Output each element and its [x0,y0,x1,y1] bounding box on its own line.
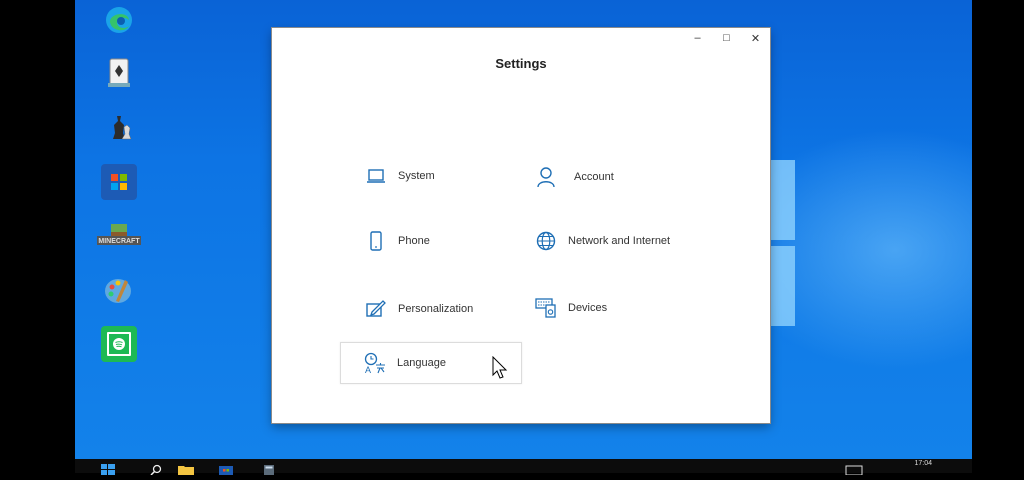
window-controls: – □ ✕ [683,28,770,48]
minimize-button[interactable]: – [683,28,712,48]
settings-item-system[interactable]: System [342,156,522,196]
solitaire-icon[interactable] [101,55,137,91]
settings-item-network[interactable]: Network and Internet [512,221,712,261]
spotify-icon[interactable] [101,326,137,362]
file-explorer-icon[interactable] [177,462,195,475]
chess-icon[interactable] [101,109,137,145]
action-center-icon[interactable] [845,462,863,476]
settings-item-personalization[interactable]: Personalization [342,289,522,329]
settings-item-phone[interactable]: Phone [342,221,522,261]
paint-icon[interactable] [101,272,137,308]
settings-window: – □ ✕ Settings System Account Phone Netw… [272,28,770,423]
settings-item-label: Network and Internet [568,235,671,247]
phone-icon [364,229,388,253]
keyboard-speaker-icon [534,296,558,320]
settings-item-label: Personalization [398,303,474,315]
language-icon: A [363,351,387,375]
settings-item-label: Account [574,171,614,183]
settings-item-label: Devices [568,302,608,314]
maximize-button[interactable]: □ [712,28,741,48]
settings-item-account[interactable]: Account [512,157,692,197]
person-icon [534,165,558,189]
search-icon[interactable] [150,462,162,476]
close-button[interactable]: ✕ [741,28,770,48]
settings-item-label: Language [397,357,446,369]
svg-text:A: A [365,365,371,374]
settings-item-label: Phone [398,235,430,247]
window-title: Settings [495,56,547,71]
paint-pen-icon [364,297,388,321]
calculator-icon[interactable] [263,462,275,475]
taskbar-clock[interactable]: 17:04 [914,460,932,467]
globe-icon [534,229,558,253]
mouse-cursor-icon [492,355,508,385]
start-icon[interactable] [101,462,115,475]
minecraft-icon[interactable]: MINECRAFT [97,219,141,255]
minecraft-logo-text: MINECRAFT [98,238,140,245]
edge-icon[interactable] [101,2,137,38]
settings-item-label: System [398,170,435,182]
settings-item-devices[interactable]: Devices [512,288,692,328]
taskbar: 17:04 [75,459,972,476]
store-icon[interactable] [101,164,137,200]
laptop-icon [364,164,388,188]
store-icon[interactable] [218,462,234,475]
